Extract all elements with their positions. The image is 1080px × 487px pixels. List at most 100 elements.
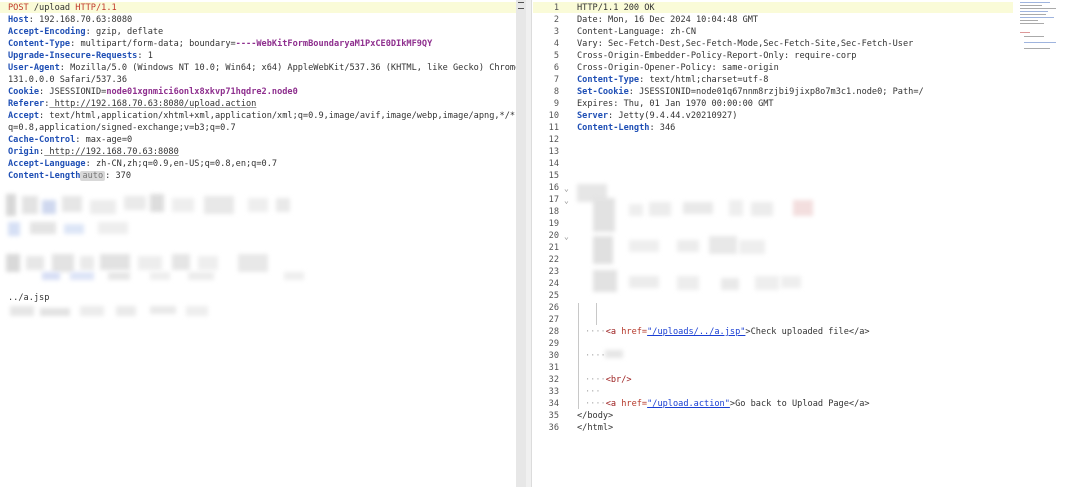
response-line-text: Content-Language: zh-CN: [577, 27, 696, 37]
line-number: 15: [548, 171, 559, 181]
header-origin: Origin: http://192.168.70.63:8080: [8, 147, 179, 157]
header-content-type: Content-Type: multipart/form-data; bound…: [8, 39, 433, 49]
line-number: 14: [548, 159, 559, 169]
back-link-line: ····<a href="/upload.action">Go back to …: [585, 399, 870, 409]
line-number: 10: [548, 111, 559, 121]
request-line: POST /upload HTTP/1.1: [8, 2, 117, 14]
line-number: 2: [553, 15, 559, 25]
response-line: Content-Type: text/html;charset=utf-8: [577, 74, 768, 86]
request-path: /upload: [28, 3, 76, 13]
boundary-value: ----WebKitFormBoundaryaM1PxCE0DIkMF9QY: [235, 39, 433, 49]
line-number: 32: [548, 375, 559, 385]
response-line: </html>: [577, 422, 613, 434]
response-line: Content-Language: zh-CN: [577, 26, 696, 38]
indent-dots: ····: [585, 351, 606, 361]
line-number: 31: [548, 363, 559, 373]
line-number: 17: [548, 195, 559, 205]
line-number: 19: [548, 219, 559, 229]
response-header-name: Content-Length: [577, 123, 650, 133]
request-version: HTTP/1.1: [75, 3, 117, 13]
line-number: 16: [548, 183, 559, 193]
request-method: POST: [8, 3, 29, 13]
response-line: </body>: [577, 410, 613, 422]
response-header-name: Content-Type: [577, 75, 640, 85]
line-number: 24: [548, 279, 559, 289]
upload-filename: ../a.jsp: [8, 293, 50, 303]
fold-icon[interactable]: ⌄: [564, 184, 569, 193]
response-line-text: : 346: [649, 123, 676, 133]
header-user-agent: User-Agent: Mozilla/5.0 (Windows NT 10.0…: [8, 63, 516, 73]
line-number: 36: [548, 423, 559, 433]
line-number: 8: [553, 87, 559, 97]
uploaded-file-link[interactable]: "/uploads/../a.jsp": [647, 327, 745, 337]
line-number: 26: [548, 303, 559, 313]
response-header-name: Set-Cookie: [577, 87, 629, 97]
line-number: 6: [553, 63, 559, 73]
header-referer: Referer: http://192.168.70.63:8080/uploa…: [8, 99, 257, 109]
response-line-text: : Jetty(9.4.44.v20210927): [608, 111, 738, 121]
line-number: 11: [548, 123, 559, 133]
indent-guide: [596, 303, 597, 325]
response-line: Content-Length: 346: [577, 122, 675, 134]
line-number: 1: [553, 3, 559, 13]
response-line-text: </html>: [577, 423, 614, 433]
response-line-text: Cross-Origin-Embedder-Policy-Report-Only…: [577, 51, 857, 61]
response-line-text: Vary: Sec-Fetch-Dest,Sec-Fetch-Mode,Sec-…: [577, 39, 914, 49]
line-number: 4: [553, 39, 559, 49]
line-number: 18: [548, 207, 559, 217]
response-line: Date: Mon, 16 Dec 2024 10:04:48 GMT: [577, 14, 758, 26]
header-cookie: Cookie: JSESSIONID=node01xgnmici6onlx8xk…: [8, 87, 298, 97]
fold-icon[interactable]: ⌄: [564, 196, 569, 205]
line-number: 21: [548, 243, 559, 253]
request-editor[interactable]: POST /upload HTTP/1.1 Host: 192.168.70.6…: [0, 0, 516, 487]
header-content-length: Content-Length auto: 370: [8, 171, 132, 181]
header-accept: Accept: text/html,application/xhtml+xml,…: [8, 111, 516, 121]
response-line-text: Cross-Origin-Opener-Policy: same-origin: [577, 63, 779, 73]
header-user-agent-cont: 131.0.0.0 Safari/537.36: [8, 75, 127, 85]
response-header-name: Server: [577, 111, 609, 121]
line-number: 34: [548, 399, 559, 409]
header-cache-control: Cache-Control: max-age=0: [8, 135, 133, 145]
header-upgrade-insecure: Upgrade-Insecure-Requests: 1: [8, 51, 153, 61]
minimap[interactable]: [1016, 0, 1080, 60]
auto-badge[interactable]: auto: [80, 171, 106, 181]
response-line: Expires: Thu, 01 Jan 1970 00:00:00 GMT: [577, 98, 774, 110]
fold-icon[interactable]: ⌄: [564, 232, 569, 241]
line-number: 3: [553, 27, 559, 37]
upload-result-link-line: ····<a href="/uploads/../a.jsp">Check up…: [585, 327, 870, 337]
line-number: 20: [548, 231, 559, 241]
header-accept-language: Accept-Language: zh-CN,zh;q=0.9,en-US;q=…: [8, 159, 278, 169]
line-number: 35: [548, 411, 559, 421]
header-accept-encoding: Accept-Encoding: gzip, deflate: [8, 27, 164, 37]
line-number: 33: [548, 387, 559, 397]
header-accept-cont: q=0.8,application/signed-exchange;v=b3;q…: [8, 123, 236, 133]
response-line: Server: Jetty(9.4.44.v20210927): [577, 110, 737, 122]
response-line-text: HTTP/1.1 200 OK: [577, 3, 655, 13]
upload-page-link[interactable]: "/upload.action": [647, 399, 730, 409]
response-line-text: : JSESSIONID=node01q67nnm8rzjbi9jixp8o7m…: [628, 87, 924, 97]
scrollbar-grip-icon[interactable]: [518, 2, 524, 9]
response-line-text: </body>: [577, 411, 614, 421]
response-line: Vary: Sec-Fetch-Dest,Sec-Fetch-Mode,Sec-…: [577, 38, 913, 50]
line-number: 9: [553, 99, 559, 109]
line-number: 5: [553, 51, 559, 61]
response-line: Cross-Origin-Opener-Policy: same-origin: [577, 62, 779, 74]
line-number: 22: [548, 255, 559, 265]
response-line: HTTP/1.1 200 OK: [577, 2, 655, 14]
response-line-text: Date: Mon, 16 Dec 2024 10:04:48 GMT: [577, 15, 759, 25]
line-number: 13: [548, 147, 559, 157]
response-line: Cross-Origin-Embedder-Policy-Report-Only…: [577, 50, 856, 62]
response-line-text: Expires: Thu, 01 Jan 1970 00:00:00 GMT: [577, 99, 774, 109]
line-number: 23: [548, 267, 559, 277]
indent-dots: ···: [585, 387, 601, 397]
request-scrollbar[interactable]: [516, 0, 526, 487]
line-number: 29: [548, 339, 559, 349]
line-number: 7: [553, 75, 559, 85]
header-host: Host: 192.168.70.63:8080: [8, 15, 133, 25]
br-line: ····<br/>: [585, 375, 632, 385]
line-number: 25: [548, 291, 559, 301]
response-viewer[interactable]: 1 HTTP/1.1 200 OK 2 Date: Mon, 16 Dec 2024 …: [533, 0, 1080, 487]
response-line: Set-Cookie: JSESSIONID=node01q67nnm8rzjb…: [577, 86, 924, 98]
response-line-text: : text/html;charset=utf-8: [639, 75, 769, 85]
line-number: 27: [548, 315, 559, 325]
